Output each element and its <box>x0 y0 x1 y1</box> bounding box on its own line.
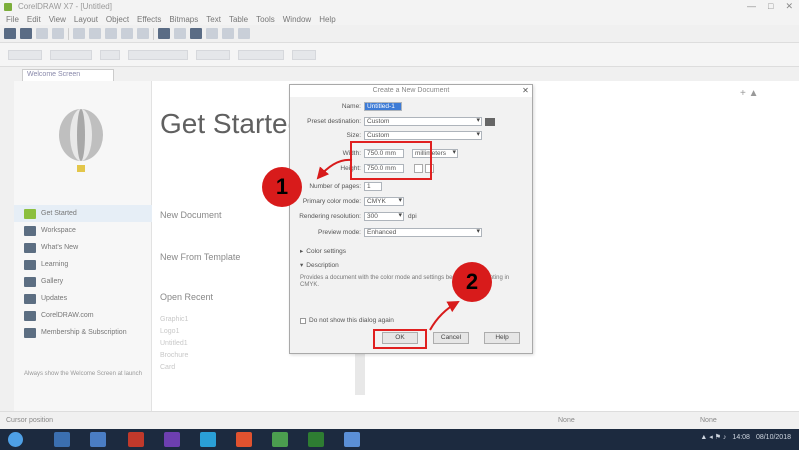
clock-date[interactable]: 08/10/2018 <box>756 434 791 441</box>
callout-2-badge: 2 <box>452 262 492 302</box>
callout-1-arrow <box>316 158 353 180</box>
taskbar-app-icon[interactable] <box>272 432 288 447</box>
phone-app-icon[interactable] <box>308 432 324 447</box>
outline-status: None <box>700 417 717 424</box>
fill-status: None <box>558 417 575 424</box>
media-player-icon[interactable] <box>128 432 144 447</box>
taskbar-app-icon[interactable] <box>164 432 180 447</box>
start-button-icon[interactable] <box>8 432 23 447</box>
status-bar: Cursor position None None <box>0 411 799 429</box>
callout-1-badge: 1 <box>262 167 302 207</box>
callout-2-arrow <box>429 301 460 331</box>
taskbar-app-icon[interactable] <box>236 432 252 447</box>
system-tray: ▲ ◂ ⚑ ♪ 14:08 08/10/2018 <box>700 433 791 442</box>
cursor-position: Cursor position <box>6 417 54 424</box>
taskbar: ▲ ◂ ⚑ ♪ 14:08 08/10/2018 <box>0 429 799 450</box>
callout-arrows <box>316 158 460 331</box>
file-explorer-icon[interactable] <box>54 432 70 447</box>
clock-time[interactable]: 14:08 <box>732 434 750 441</box>
coreldraw-taskbar-icon[interactable] <box>344 432 360 447</box>
browser-icon[interactable] <box>200 432 216 447</box>
tray-icons[interactable]: ▲ ◂ ⚑ ♪ <box>700 433 726 441</box>
taskbar-app-icon[interactable] <box>90 432 106 447</box>
